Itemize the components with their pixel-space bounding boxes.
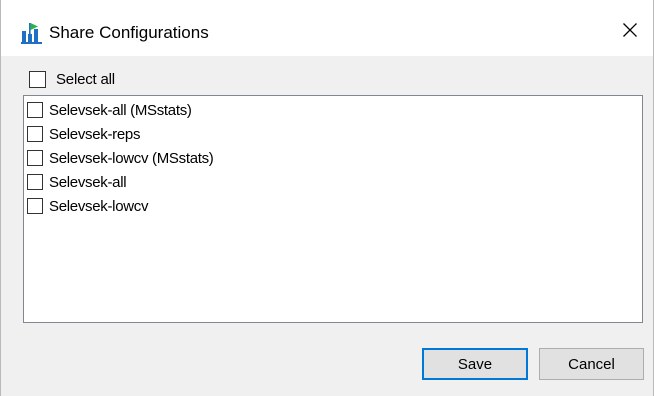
select-all-checkbox[interactable] <box>29 70 46 88</box>
configuration-checkbox[interactable] <box>27 150 43 166</box>
configuration-checkbox[interactable] <box>27 102 43 118</box>
select-all-label: Select all <box>56 70 115 88</box>
configuration-label: Selevsek-reps <box>49 125 141 143</box>
configurations-list[interactable]: Selevsek-all (MSstats) Selevsek-reps Sel… <box>23 95 643 323</box>
configuration-label: Selevsek-all (MSstats) <box>49 101 192 119</box>
list-item[interactable]: Selevsek-all (MSstats) <box>24 98 642 122</box>
list-item[interactable]: Selevsek-lowcv (MSstats) <box>24 146 642 170</box>
close-icon <box>623 23 637 37</box>
save-button[interactable]: Save <box>422 348 528 380</box>
configuration-checkbox[interactable] <box>27 126 43 142</box>
select-all-row[interactable]: Select all <box>29 68 115 90</box>
dialog-title: Share Configurations <box>49 23 209 42</box>
cancel-button[interactable]: Cancel <box>539 348 644 380</box>
title-bar: Share Configurations <box>1 0 653 56</box>
close-button[interactable] <box>607 10 653 50</box>
share-configurations-dialog: Share Configurations Select all Selevsek… <box>0 0 654 396</box>
configuration-label: Selevsek-lowcv (MSstats) <box>49 149 214 167</box>
list-item[interactable]: Selevsek-lowcv <box>24 194 642 218</box>
list-item[interactable]: Selevsek-reps <box>24 122 642 146</box>
configuration-label: Selevsek-all <box>49 173 127 191</box>
list-item[interactable]: Selevsek-all <box>24 170 642 194</box>
configuration-checkbox[interactable] <box>27 174 43 190</box>
chart-flag-icon <box>21 23 42 44</box>
configuration-checkbox[interactable] <box>27 198 43 214</box>
configuration-label: Selevsek-lowcv <box>49 197 149 215</box>
